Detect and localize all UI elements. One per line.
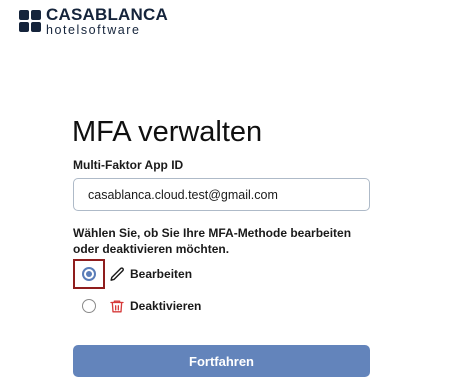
brand-name: CASABLANCA [46, 5, 168, 24]
deactivate-radio-wrap [73, 295, 105, 317]
deactivate-radio[interactable] [82, 299, 96, 313]
trash-icon [108, 297, 126, 315]
pencil-icon [108, 265, 126, 283]
edit-label: Bearbeiten [130, 267, 193, 281]
logo-mark-icon [19, 10, 41, 33]
option-deactivate[interactable]: Deaktivieren [73, 295, 201, 317]
option-edit[interactable]: Bearbeiten [73, 259, 192, 289]
deactivate-label: Deaktivieren [130, 299, 202, 313]
mfa-app-id-label: Multi-Faktor App ID [73, 158, 184, 172]
brand-tagline: hotelsoftware [46, 23, 141, 37]
edit-radio[interactable] [82, 267, 96, 281]
logo-text: CASABLANCA hotelsoftware [46, 6, 168, 37]
mfa-app-id-input[interactable] [73, 178, 370, 211]
page-title: MFA verwalten [72, 116, 263, 148]
continue-button[interactable]: Fortfahren [73, 345, 370, 377]
edit-radio-highlight [73, 259, 105, 289]
method-question: Wählen Sie, ob Sie Ihre MFA-Methode bear… [73, 226, 352, 256]
brand-logo: CASABLANCA hotelsoftware [19, 6, 168, 37]
